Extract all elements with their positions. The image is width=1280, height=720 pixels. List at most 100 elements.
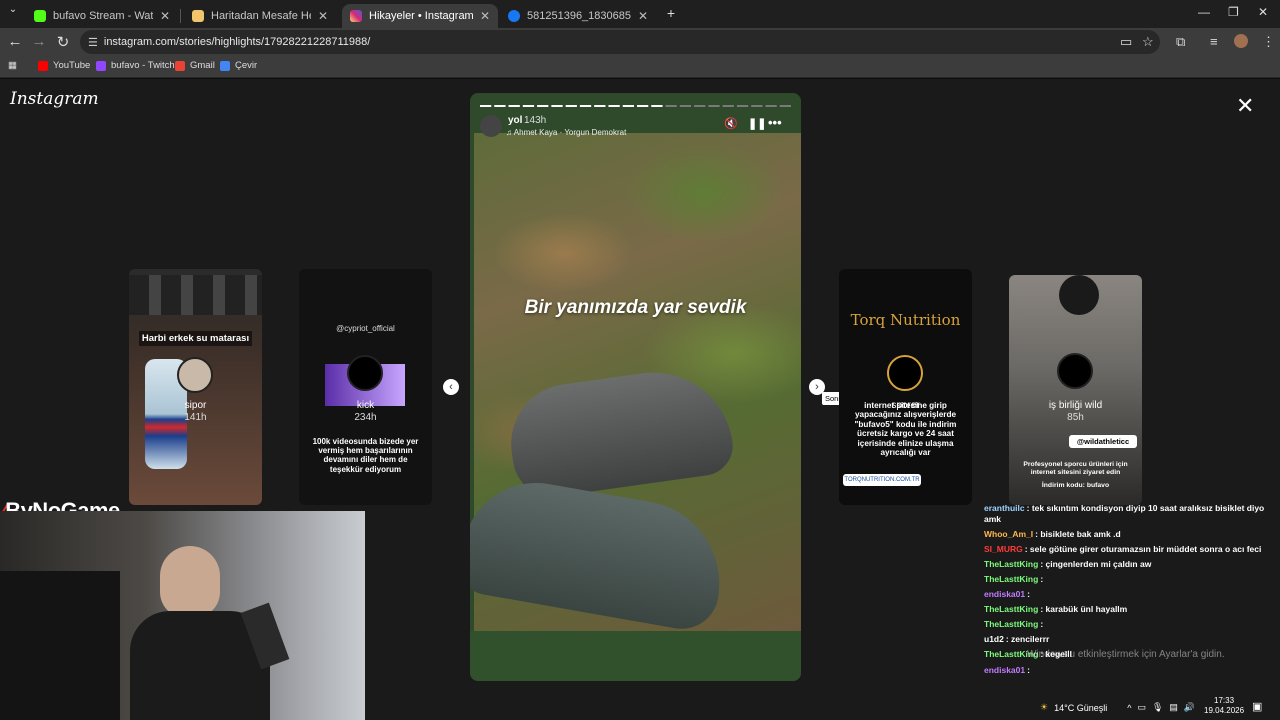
microphone-icon[interactable]: 🎙 (1152, 702, 1163, 713)
more-options-icon[interactable]: ••• (768, 115, 782, 130)
story-preview-wild[interactable]: iş birliği wild 85h @wildathleticc Profe… (1009, 275, 1142, 505)
forward-icon[interactable]: → (30, 33, 48, 50)
chat-message: Whoo_Am_I: bisiklete bak amk .d (984, 529, 1280, 540)
media-controls-icon[interactable]: ≡ (1210, 34, 1218, 49)
weather-icon[interactable]: ☀ (1040, 702, 1048, 713)
chat-text: : karabük ünl hayallm (1040, 604, 1128, 615)
translate-icon (220, 60, 230, 71)
volume-icon[interactable]: 🔊 (1184, 702, 1195, 713)
active-story[interactable]: yol 143h ♫ Ahmet Kaya · Yorgun Demokrat … (470, 93, 801, 681)
story-preview-kick[interactable]: @cypriot_official kick 234h 100k videosu… (299, 269, 432, 505)
story-music[interactable]: ♫ Ahmet Kaya · Yorgun Demokrat (506, 128, 626, 137)
chat-username[interactable]: SI_MURG (984, 544, 1023, 554)
close-tab-icon[interactable]: ✕ (160, 9, 170, 23)
address-bar[interactable]: ☰ instagram.com/stories/highlights/17928… (80, 30, 1160, 54)
chat-username[interactable]: TheLasttKing (984, 574, 1038, 584)
story-username[interactable]: yol (508, 115, 522, 126)
story-progress-segment (522, 105, 535, 107)
story-progress-segment (765, 105, 777, 107)
instagram-logo[interactable]: Instagram (10, 89, 99, 109)
bookmark-twitch[interactable]: bufavo - Twitch (96, 60, 175, 71)
story-progress-segment (608, 105, 620, 107)
close-tab-icon[interactable]: ✕ (318, 9, 328, 23)
story-progress-segment (722, 105, 734, 107)
bookmark-star-icon[interactable]: ☆ (1142, 34, 1154, 50)
notifications-icon[interactable]: ▣ (1252, 700, 1262, 713)
story-progress-segment (694, 105, 706, 107)
url-text: instagram.com/stories/highlights/1792822… (103, 36, 371, 48)
youtube-icon (38, 60, 48, 71)
story-progress-segment (651, 105, 663, 107)
facebook-favicon-icon (508, 10, 520, 22)
reload-icon[interactable]: ↻ (54, 33, 72, 51)
chat-username[interactable]: TheLasttKing (984, 559, 1038, 569)
tab-search-icon[interactable]: ⌄ (4, 4, 22, 15)
story-avatar[interactable] (480, 115, 502, 137)
story-progress-segment (537, 105, 549, 107)
preview-caption: Profesyonel sporcu ürünleri için interne… (1023, 461, 1128, 476)
preview-username: sipor (184, 400, 207, 411)
previous-story-icon[interactable]: ‹ (443, 379, 459, 395)
tab-strip: ⌄ bufavo Stream - Watch Live on ✕ Harita… (0, 0, 1280, 28)
weather-text[interactable]: 14°C Güneşli (1054, 703, 1107, 713)
pause-icon[interactable]: ❚❚ (748, 117, 766, 130)
extensions-icon[interactable]: ⧉ (1176, 34, 1185, 50)
story-preview-sipor[interactable]: Harbi erkek su matarası sipor 141h (129, 269, 262, 505)
chat-username[interactable]: Whoo_Am_I (984, 529, 1033, 539)
torq-link-sticker: TORQNUTRITION.COM.TR (843, 474, 921, 486)
close-tab-icon[interactable]: ✕ (638, 9, 648, 23)
gmail-icon (175, 60, 185, 71)
apps-grid-icon[interactable]: ▦ (8, 60, 17, 71)
restore-icon[interactable]: ❐ (1228, 5, 1239, 19)
twitch-icon (96, 60, 106, 71)
chat-username[interactable]: endiska01 (984, 665, 1025, 675)
clock-time: 17:33 (1214, 696, 1235, 705)
more-menu-icon[interactable]: ⋮ (1262, 34, 1275, 50)
tab-instagram[interactable]: Hikayeler • Instagram ✕ (342, 4, 498, 28)
story-preview-torq[interactable]: Torq Nutrition sporer internet sitesine … (839, 269, 972, 505)
chat-text: : bisiklete bak amk .d (1035, 529, 1121, 540)
preview-avatar (347, 355, 383, 391)
story-progress-segment (665, 105, 677, 107)
story-progress-segment (751, 105, 763, 107)
dumbbells-image (129, 275, 262, 315)
preview-age: 85h (1067, 412, 1084, 423)
minimize-icon[interactable]: — (1198, 5, 1210, 19)
battery-icon[interactable]: ▭ (1137, 702, 1146, 713)
new-tab-plus-icon[interactable]: + (662, 5, 680, 21)
cast-icon[interactable]: ▭ (1120, 34, 1132, 50)
bookmark-gmail[interactable]: Gmail (175, 60, 215, 71)
chat-message: eranthuilc: tek sıkıntım kondisyon diyip… (984, 503, 1280, 525)
chat-username[interactable]: endiska01 (984, 589, 1025, 599)
chat-username[interactable]: TheLasttKing (984, 604, 1038, 614)
discount-code: İndirim kodu: bufavo (1041, 482, 1110, 489)
chat-message: endiska01: (984, 589, 1280, 600)
preview-caption: 100k videosunda bizede yer vermiş hem ba… (312, 437, 419, 474)
chat-message: endiska01: (984, 665, 1280, 676)
chat-username[interactable]: eranthuilc (984, 503, 1025, 513)
story-progress-segment (708, 105, 720, 107)
back-icon[interactable]: ← (6, 33, 24, 50)
story-progress-bar (480, 105, 791, 107)
chat-message: TheLasttKing: (984, 619, 1280, 630)
network-icon[interactable]: ▤ (1169, 702, 1178, 713)
bookmark-youtube[interactable]: YouTube (38, 60, 90, 71)
preview-username: iş birliği wild (1048, 400, 1103, 411)
close-viewer-icon[interactable]: ✕ (1236, 93, 1254, 119)
site-info-icon[interactable]: ☰ (88, 36, 98, 49)
muted-speaker-icon[interactable]: 🔇 (724, 117, 738, 130)
tab-bufavo-stream[interactable]: bufavo Stream - Watch Live on ✕ (26, 4, 178, 28)
preview-caption: internet sitesine girip yapacağınız alış… (854, 401, 957, 458)
tab-haritadan-mesafe[interactable]: Haritadan Mesafe Hesaplama C ✕ (184, 4, 336, 28)
chat-username[interactable]: TheLasttKing (984, 619, 1038, 629)
tab-facebook-image[interactable]: 581251396_183068517912559 ✕ (500, 4, 656, 28)
chat-username[interactable]: u1d2 (984, 634, 1004, 644)
close-tab-icon[interactable]: ✕ (480, 9, 490, 23)
profile-avatar[interactable] (1234, 34, 1248, 48)
bookmark-cevir[interactable]: Çevir (220, 60, 257, 71)
chat-message: u1d2: zencilerrr (984, 634, 1280, 645)
chat-text: : (1040, 574, 1044, 585)
close-window-icon[interactable]: ✕ (1258, 5, 1268, 19)
taskbar-clock[interactable]: 17:33 19.04.2026 (1204, 696, 1244, 717)
tray-overflow-icon[interactable]: ^ (1127, 703, 1131, 713)
